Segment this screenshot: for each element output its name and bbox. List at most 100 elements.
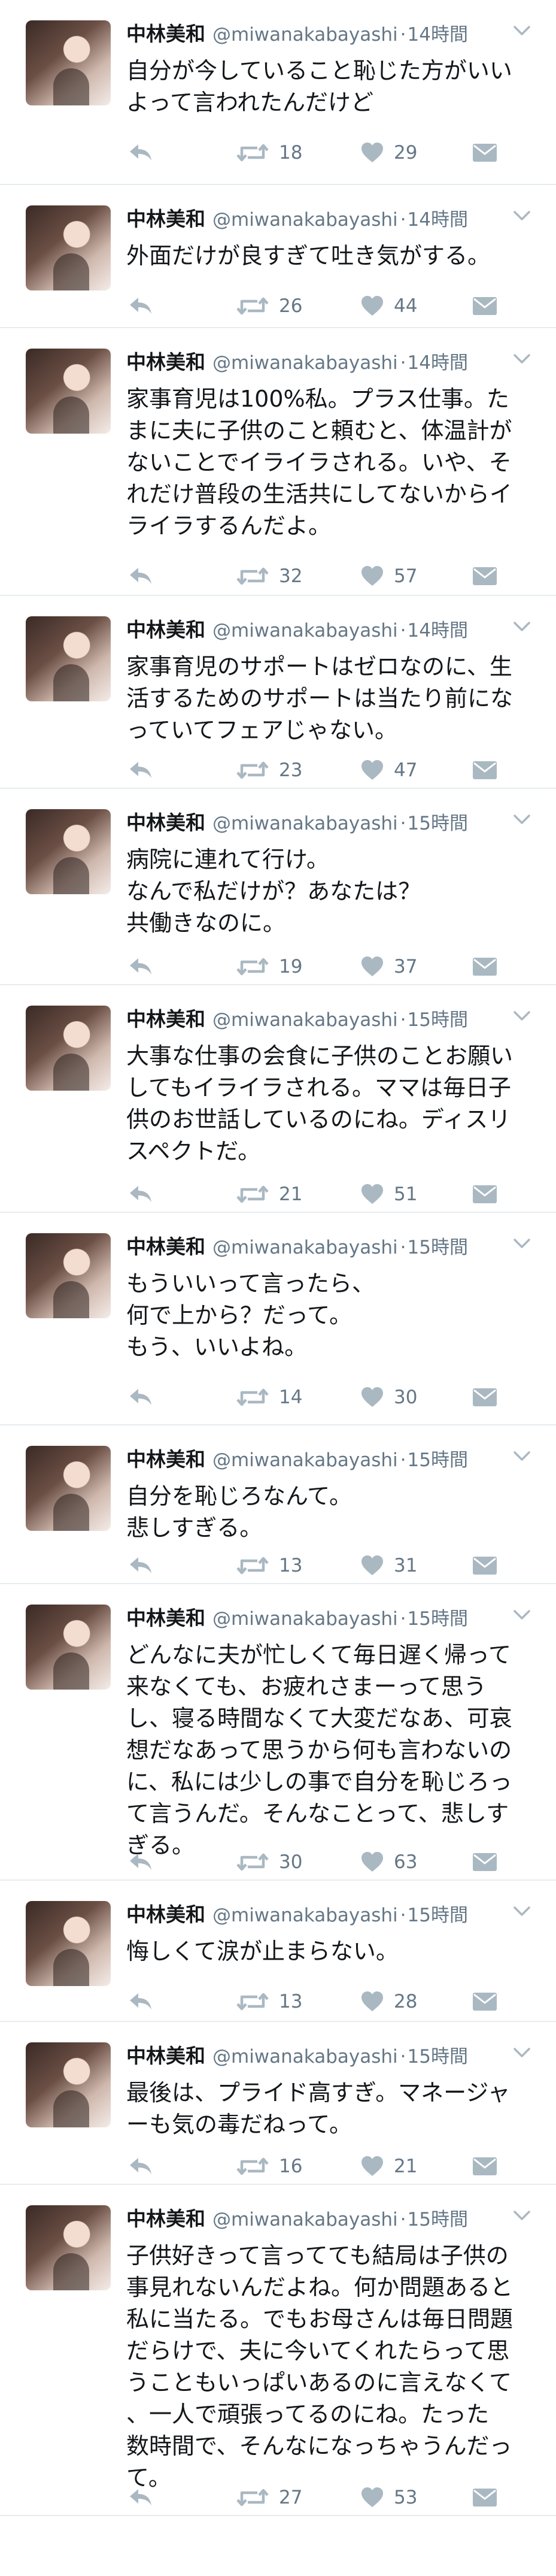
direct-message-button[interactable] (472, 1382, 497, 1412)
tweet[interactable]: 中林美和 @miwanakabayashi ·15時間 どんなに夫が忙しくて毎日遅く… (0, 1584, 556, 1881)
tweet[interactable]: 中林美和 @miwanakabayashi ·15時間 最後は、プライド高すぎ。マネ… (0, 2022, 556, 2185)
user-handle[interactable]: @miwanakabayashi (212, 2209, 398, 2230)
chevron-down-icon[interactable] (512, 2206, 532, 2224)
reply-button[interactable] (126, 1987, 154, 2017)
like-button[interactable]: 53 (360, 2483, 417, 2513)
chevron-down-icon[interactable] (512, 810, 532, 828)
retweet-button[interactable]: 13 (236, 1987, 302, 2017)
like-button[interactable]: 51 (360, 1179, 417, 1209)
user-handle[interactable]: @miwanakabayashi (212, 352, 398, 374)
retweet-button[interactable]: 26 (236, 291, 302, 321)
timestamp[interactable]: 15時間 (408, 1905, 468, 1926)
user-handle[interactable]: @miwanakabayashi (212, 209, 398, 231)
reply-button[interactable] (126, 1382, 154, 1412)
user-handle[interactable]: @miwanakabayashi (212, 620, 398, 641)
display-name[interactable]: 中林美和 (126, 1606, 205, 1630)
user-handle[interactable]: @miwanakabayashi (212, 24, 398, 46)
retweet-button[interactable]: 14 (236, 1382, 302, 1412)
tweet[interactable]: 中林美和 @miwanakabayashi ·14時間 自分が今していること恥じた方… (0, 0, 556, 185)
direct-message-button[interactable] (472, 2151, 497, 2181)
display-name[interactable]: 中林美和 (126, 2044, 205, 2068)
like-button[interactable]: 63 (360, 1847, 417, 1877)
reply-button[interactable] (126, 138, 154, 168)
avatar[interactable] (26, 2042, 111, 2127)
tweet[interactable]: 中林美和 @miwanakabayashi ·15時間 悔しくて涙が止まらない。 1… (0, 1881, 556, 2022)
chevron-down-icon[interactable] (512, 1234, 532, 1252)
retweet-button[interactable]: 18 (236, 138, 302, 168)
chevron-down-icon[interactable] (512, 1606, 532, 1624)
avatar[interactable] (26, 809, 111, 894)
retweet-button[interactable]: 27 (236, 2483, 302, 2513)
reply-button[interactable] (126, 291, 154, 321)
display-name[interactable]: 中林美和 (126, 2207, 205, 2230)
reply-button[interactable] (126, 1551, 154, 1581)
avatar[interactable] (26, 2205, 111, 2290)
like-button[interactable]: 28 (360, 1987, 417, 2017)
like-button[interactable]: 44 (360, 291, 417, 321)
display-name[interactable]: 中林美和 (126, 22, 205, 46)
timestamp[interactable]: 15時間 (408, 1009, 468, 1031)
user-handle[interactable]: @miwanakabayashi (212, 1449, 398, 1471)
user-handle[interactable]: @miwanakabayashi (212, 2046, 398, 2068)
direct-message-button[interactable] (472, 1987, 497, 2017)
like-button[interactable]: 21 (360, 2151, 417, 2181)
avatar[interactable] (26, 1006, 111, 1091)
display-name[interactable]: 中林美和 (126, 618, 205, 641)
tweet[interactable]: 中林美和 @miwanakabayashi ·15時間 自分を恥じろなんて。 悲しす… (0, 1425, 556, 1584)
avatar[interactable] (26, 1446, 111, 1531)
retweet-button[interactable]: 30 (236, 1847, 302, 1877)
chevron-down-icon[interactable] (512, 1902, 532, 1920)
display-name[interactable]: 中林美和 (126, 1448, 205, 1471)
direct-message-button[interactable] (472, 755, 497, 785)
user-handle[interactable]: @miwanakabayashi (212, 1905, 398, 1926)
reply-button[interactable] (126, 755, 154, 785)
timestamp[interactable]: 14時間 (408, 620, 468, 641)
user-handle[interactable]: @miwanakabayashi (212, 1608, 398, 1630)
reply-button[interactable] (126, 561, 154, 591)
tweet[interactable]: 中林美和 @miwanakabayashi ·14時間 家事育児のサポートはゼロなの… (0, 596, 556, 789)
like-button[interactable]: 31 (360, 1551, 417, 1581)
tweet[interactable]: 中林美和 @miwanakabayashi ·15時間 もういいって言ったら、 何で… (0, 1213, 556, 1425)
display-name[interactable]: 中林美和 (126, 350, 205, 374)
tweet[interactable]: 中林美和 @miwanakabayashi ·14時間 外面だけが良すぎて吐き気がす… (0, 185, 556, 328)
direct-message-button[interactable] (472, 291, 497, 321)
timestamp[interactable]: 14時間 (408, 24, 468, 46)
chevron-down-icon[interactable] (512, 207, 532, 225)
retweet-button[interactable]: 32 (236, 561, 302, 591)
timestamp[interactable]: 14時間 (408, 352, 468, 374)
timestamp[interactable]: 15時間 (408, 1449, 468, 1471)
tweet[interactable]: 中林美和 @miwanakabayashi ·14時間 家事育児は100%私。プラス… (0, 328, 556, 596)
chevron-down-icon[interactable] (512, 2044, 532, 2062)
chevron-down-icon[interactable] (512, 617, 532, 635)
tweet[interactable]: 中林美和 @miwanakabayashi ·15時間 大事な仕事の会食に子供のこと… (0, 985, 556, 1213)
tweet[interactable]: 中林美和 @miwanakabayashi ·15時間 子供好きって言ってても結局は… (0, 2185, 556, 2516)
display-name[interactable]: 中林美和 (126, 1903, 205, 1926)
retweet-button[interactable]: 13 (236, 1551, 302, 1581)
display-name[interactable]: 中林美和 (126, 1235, 205, 1258)
user-handle[interactable]: @miwanakabayashi (212, 1237, 398, 1258)
reply-button[interactable] (126, 2483, 154, 2513)
avatar[interactable] (26, 205, 111, 290)
retweet-button[interactable]: 16 (236, 2151, 302, 2181)
tweet[interactable]: 中林美和 @miwanakabayashi ·15時間 病院に連れて行け。 なんで私… (0, 789, 556, 985)
direct-message-button[interactable] (472, 2483, 497, 2513)
like-button[interactable]: 37 (360, 952, 417, 982)
reply-button[interactable] (126, 1179, 154, 1209)
direct-message-button[interactable] (472, 1847, 497, 1877)
like-button[interactable]: 30 (360, 1382, 417, 1412)
direct-message-button[interactable] (472, 952, 497, 982)
timestamp[interactable]: 15時間 (408, 813, 468, 834)
avatar[interactable] (26, 20, 111, 105)
chevron-down-icon[interactable] (512, 350, 532, 368)
chevron-down-icon[interactable] (512, 1007, 532, 1025)
display-name[interactable]: 中林美和 (126, 207, 205, 231)
timestamp[interactable]: 14時間 (408, 209, 468, 231)
reply-button[interactable] (126, 1847, 154, 1877)
user-handle[interactable]: @miwanakabayashi (212, 813, 398, 834)
user-handle[interactable]: @miwanakabayashi (212, 1009, 398, 1031)
retweet-button[interactable]: 23 (236, 755, 302, 785)
avatar[interactable] (26, 349, 111, 434)
direct-message-button[interactable] (472, 138, 497, 168)
avatar[interactable] (26, 1233, 111, 1318)
retweet-button[interactable]: 19 (236, 952, 302, 982)
